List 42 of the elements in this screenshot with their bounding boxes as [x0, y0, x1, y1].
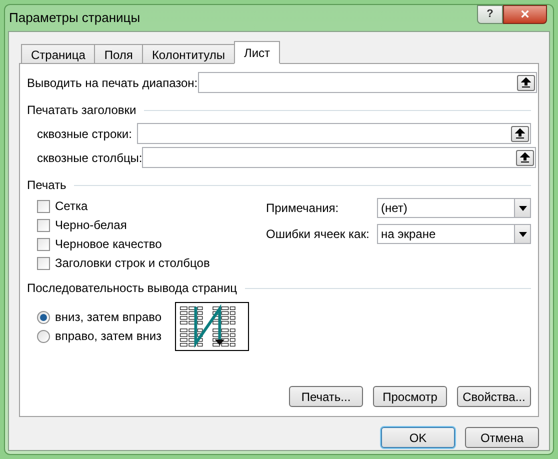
checkbox-label: Черно-белая [55, 217, 127, 234]
dropdown[interactable]: (нет) [377, 198, 531, 218]
radio-button[interactable] [37, 310, 50, 324]
collapse-button[interactable] [516, 150, 534, 166]
dialog-button[interactable]: OK [381, 427, 455, 448]
field-label: Ошибки ячеек как: [266, 226, 370, 243]
checkbox[interactable] [37, 200, 50, 212]
checkbox-label: Черновое качество [55, 236, 162, 253]
panel-button[interactable]: Свойства... [457, 386, 531, 407]
checkbox-label: Сетка [55, 198, 88, 215]
checkbox-label: Заголовки строк и столбцов [55, 255, 210, 272]
tab[interactable]: Поля [94, 44, 143, 64]
collapse-button[interactable] [516, 74, 535, 90]
radio-button[interactable] [37, 330, 50, 342]
window-title: Параметры страницы [9, 9, 140, 28]
input-field[interactable] [142, 147, 536, 168]
section-title: Печать [27, 177, 66, 194]
panel-button[interactable]: Просмотр [373, 386, 447, 407]
help-button[interactable]: ? [477, 5, 503, 24]
field-label: сквозные столбцы: [37, 150, 142, 166]
field-label: сквозные строки: [37, 126, 132, 142]
up-arrow-icon [520, 152, 530, 163]
input-field[interactable] [198, 72, 537, 93]
radio-label: вправо, затем вниз [55, 328, 162, 345]
up-arrow-icon [520, 77, 531, 88]
checkbox[interactable] [37, 238, 50, 250]
checkbox[interactable] [37, 218, 50, 232]
tab[interactable]: Колонтитулы [142, 44, 235, 64]
dialog-button[interactable]: Отмена [465, 427, 539, 448]
tab[interactable]: Страница [21, 44, 96, 64]
input-field[interactable] [137, 123, 531, 144]
field-label: Выводить на печать диапазон: [27, 74, 198, 92]
dropdown[interactable]: на экране [377, 224, 531, 244]
section-title: Последовательность вывода страниц [27, 280, 238, 297]
tab[interactable]: Лист [234, 41, 280, 64]
radio-label: вниз, затем вправо [55, 309, 162, 326]
section-title: Печатать заголовки [27, 102, 136, 119]
field-label: Примечания: [266, 200, 339, 217]
up-arrow-icon [515, 128, 525, 139]
panel-button[interactable]: Печать... [289, 386, 363, 407]
checkbox[interactable] [37, 256, 50, 270]
collapse-button[interactable] [511, 126, 529, 142]
